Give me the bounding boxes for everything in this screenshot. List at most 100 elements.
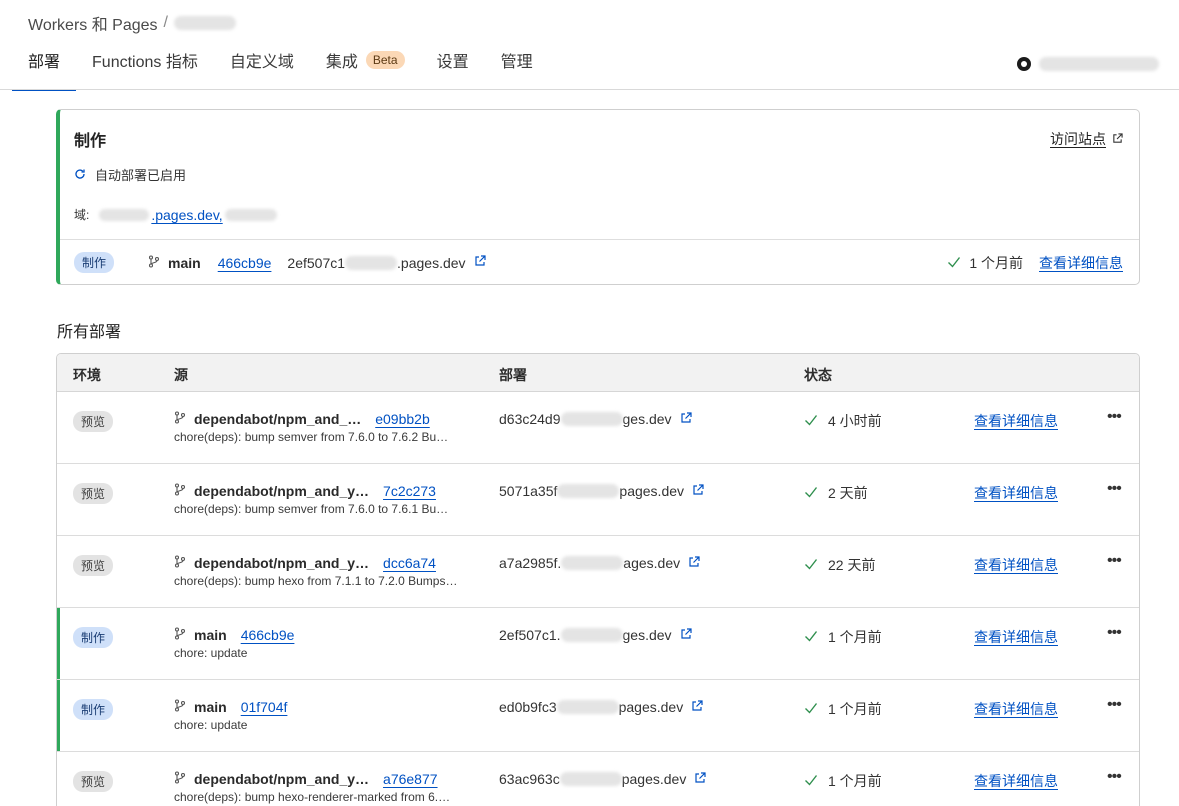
more-icon[interactable]: ••• — [1107, 408, 1122, 426]
tab-integrations[interactable]: 集成 Beta — [310, 44, 421, 90]
git-branch-icon — [174, 627, 186, 643]
source-cell: dependabot/npm_and_… e09bb2b chore(deps)… — [174, 411, 474, 444]
tab-label: Functions 指标 — [92, 54, 198, 71]
env-badge: 制作 — [73, 627, 114, 648]
external-link-icon — [1112, 131, 1123, 147]
commit-link[interactable]: dcc6a74 — [383, 555, 436, 571]
deployment-url[interactable]: 63ac963c pages.dev — [499, 771, 706, 787]
status-cell: 22 天前 — [804, 555, 875, 575]
column-header-deployment: 部署 — [499, 367, 527, 383]
production-deployment-row: 制作 main 466cb9e 2ef507c1 .pages.dev 1 个月… — [74, 240, 1123, 285]
all-deployments-title: 所有部署 — [57, 324, 122, 341]
breadcrumb-root[interactable]: Workers 和 Pages — [28, 11, 158, 35]
tab-settings[interactable]: 设置 — [421, 44, 485, 90]
status-cell: 1 个月前 — [804, 627, 882, 647]
branch-name: main — [194, 699, 227, 715]
view-details-link[interactable]: 查看详细信息 — [974, 413, 1058, 429]
repo-link[interactable] — [1017, 57, 1159, 71]
view-details-link[interactable]: 查看详细信息 — [974, 701, 1058, 717]
deployment-url[interactable]: ed0b9fc3 pages.dev — [499, 699, 703, 715]
tab-deployments[interactable]: 部署 — [12, 44, 77, 91]
tab-label: 管理 — [500, 54, 533, 71]
more-icon[interactable]: ••• — [1107, 768, 1122, 786]
url-redacted — [561, 556, 624, 570]
visit-site-link[interactable]: 访问站点 — [1050, 129, 1123, 149]
external-link-icon — [474, 255, 486, 270]
view-details-link[interactable]: 查看详细信息 — [974, 485, 1058, 501]
git-branch-icon — [174, 555, 186, 571]
commit-link[interactable]: 01f704f — [241, 699, 288, 715]
tab-manage[interactable]: 管理 — [485, 44, 549, 90]
deployment-url[interactable]: d63c24d9 ges.dev — [499, 411, 692, 427]
refresh-icon — [74, 167, 86, 183]
branch-name: dependabot/npm_and_… — [194, 411, 362, 427]
status-time: 1 个月前 — [828, 629, 882, 645]
auto-deploy-label: 自动部署已启用 — [95, 168, 187, 183]
external-link-icon — [691, 699, 703, 715]
external-link-icon — [692, 483, 704, 499]
tab-custom-domains[interactable]: 自定义域 — [214, 44, 310, 90]
view-details-link[interactable]: 查看详细信息 — [1039, 253, 1123, 273]
commit-message: chore(deps): bump semver from 7.6.0 to 7… — [174, 502, 449, 516]
table-row: 预览 dependabot/npm_and_y… dcc6a74 chore(d… — [57, 536, 1139, 608]
beta-badge: Beta — [365, 51, 405, 69]
deployment-url[interactable]: 2ef507c1 .pages.dev — [287, 254, 486, 271]
status-cell: 1 个月前 — [804, 771, 882, 791]
column-header-status: 状态 — [804, 367, 832, 383]
more-icon[interactable]: ••• — [1107, 696, 1122, 714]
commit-message: chore: update — [174, 718, 248, 732]
deployment-url[interactable]: 2ef507c1. ges.dev — [499, 627, 692, 643]
env-badge: 制作 — [74, 252, 115, 273]
url-prefix: 2ef507c1. — [499, 627, 561, 643]
check-icon — [804, 629, 818, 645]
url-redacted — [560, 628, 623, 642]
visit-site-label: 访问站点 — [1050, 131, 1106, 147]
env-badge: 制作 — [73, 699, 114, 720]
external-link-icon — [694, 771, 706, 787]
check-icon — [804, 701, 818, 717]
table-row: 制作 main 01f704f chore: update ed0b9fc3 p… — [57, 680, 1139, 752]
table-row: 预览 dependabot/npm_and_y… 7c2c273 chore(d… — [57, 464, 1139, 536]
commit-link[interactable]: 466cb9e — [241, 627, 295, 643]
url-suffix: ges.dev — [622, 627, 672, 643]
git-branch-icon — [174, 411, 186, 427]
custom-domain-link[interactable] — [224, 208, 277, 221]
status-time: 1 个月前 — [828, 701, 882, 717]
domains-row: 域: .pages.dev, — [74, 206, 277, 223]
view-details-link[interactable]: 查看详细信息 — [974, 557, 1058, 573]
commit-message: chore(deps): bump semver from 7.6.0 to 7… — [174, 430, 449, 444]
commit-link[interactable]: 466cb9e — [218, 255, 272, 271]
deployment-url[interactable]: 5071a35f pages.dev — [499, 483, 704, 499]
check-icon — [804, 413, 818, 429]
tab-functions-metrics[interactable]: Functions 指标 — [76, 44, 214, 90]
url-suffix: pages.dev — [618, 699, 684, 715]
view-details-link[interactable]: 查看详细信息 — [974, 629, 1058, 645]
more-icon[interactable]: ••• — [1107, 480, 1122, 498]
more-icon[interactable]: ••• — [1107, 624, 1122, 642]
branch-name: dependabot/npm_and_y… — [194, 771, 370, 787]
view-details-link[interactable]: 查看详细信息 — [974, 773, 1058, 789]
url-redacted — [345, 255, 398, 270]
external-link-icon — [680, 411, 692, 427]
deployment-url[interactable]: a7a2985f. ages.dev — [499, 555, 700, 571]
git-branch-icon — [174, 483, 186, 499]
tab-label: 部署 — [28, 54, 61, 71]
url-prefix: ed0b9fc3 — [499, 699, 557, 715]
production-title: 制作 — [74, 133, 107, 150]
tab-label: 自定义域 — [229, 54, 294, 71]
commit-link[interactable]: a76e877 — [383, 771, 438, 787]
commit-link[interactable]: e09bb2b — [375, 411, 430, 427]
url-suffix: pages.dev — [619, 483, 685, 499]
url-suffix: pages.dev — [621, 771, 687, 787]
status-cell: 2 天前 — [804, 483, 868, 503]
table-header: 环境 源 部署 状态 — [57, 354, 1139, 392]
source-cell: dependabot/npm_and_y… a76e877 chore(deps… — [174, 771, 474, 804]
tab-label: 设置 — [436, 54, 469, 71]
more-icon[interactable]: ••• — [1107, 552, 1122, 570]
pages-dev-domain-link[interactable]: .pages.dev, — [99, 207, 223, 223]
breadcrumb-separator: / — [163, 14, 168, 31]
domain-redacted — [224, 208, 277, 221]
url-prefix: 2ef507c1 — [287, 254, 346, 271]
commit-link[interactable]: 7c2c273 — [383, 483, 436, 499]
env-badge: 预览 — [73, 555, 114, 576]
